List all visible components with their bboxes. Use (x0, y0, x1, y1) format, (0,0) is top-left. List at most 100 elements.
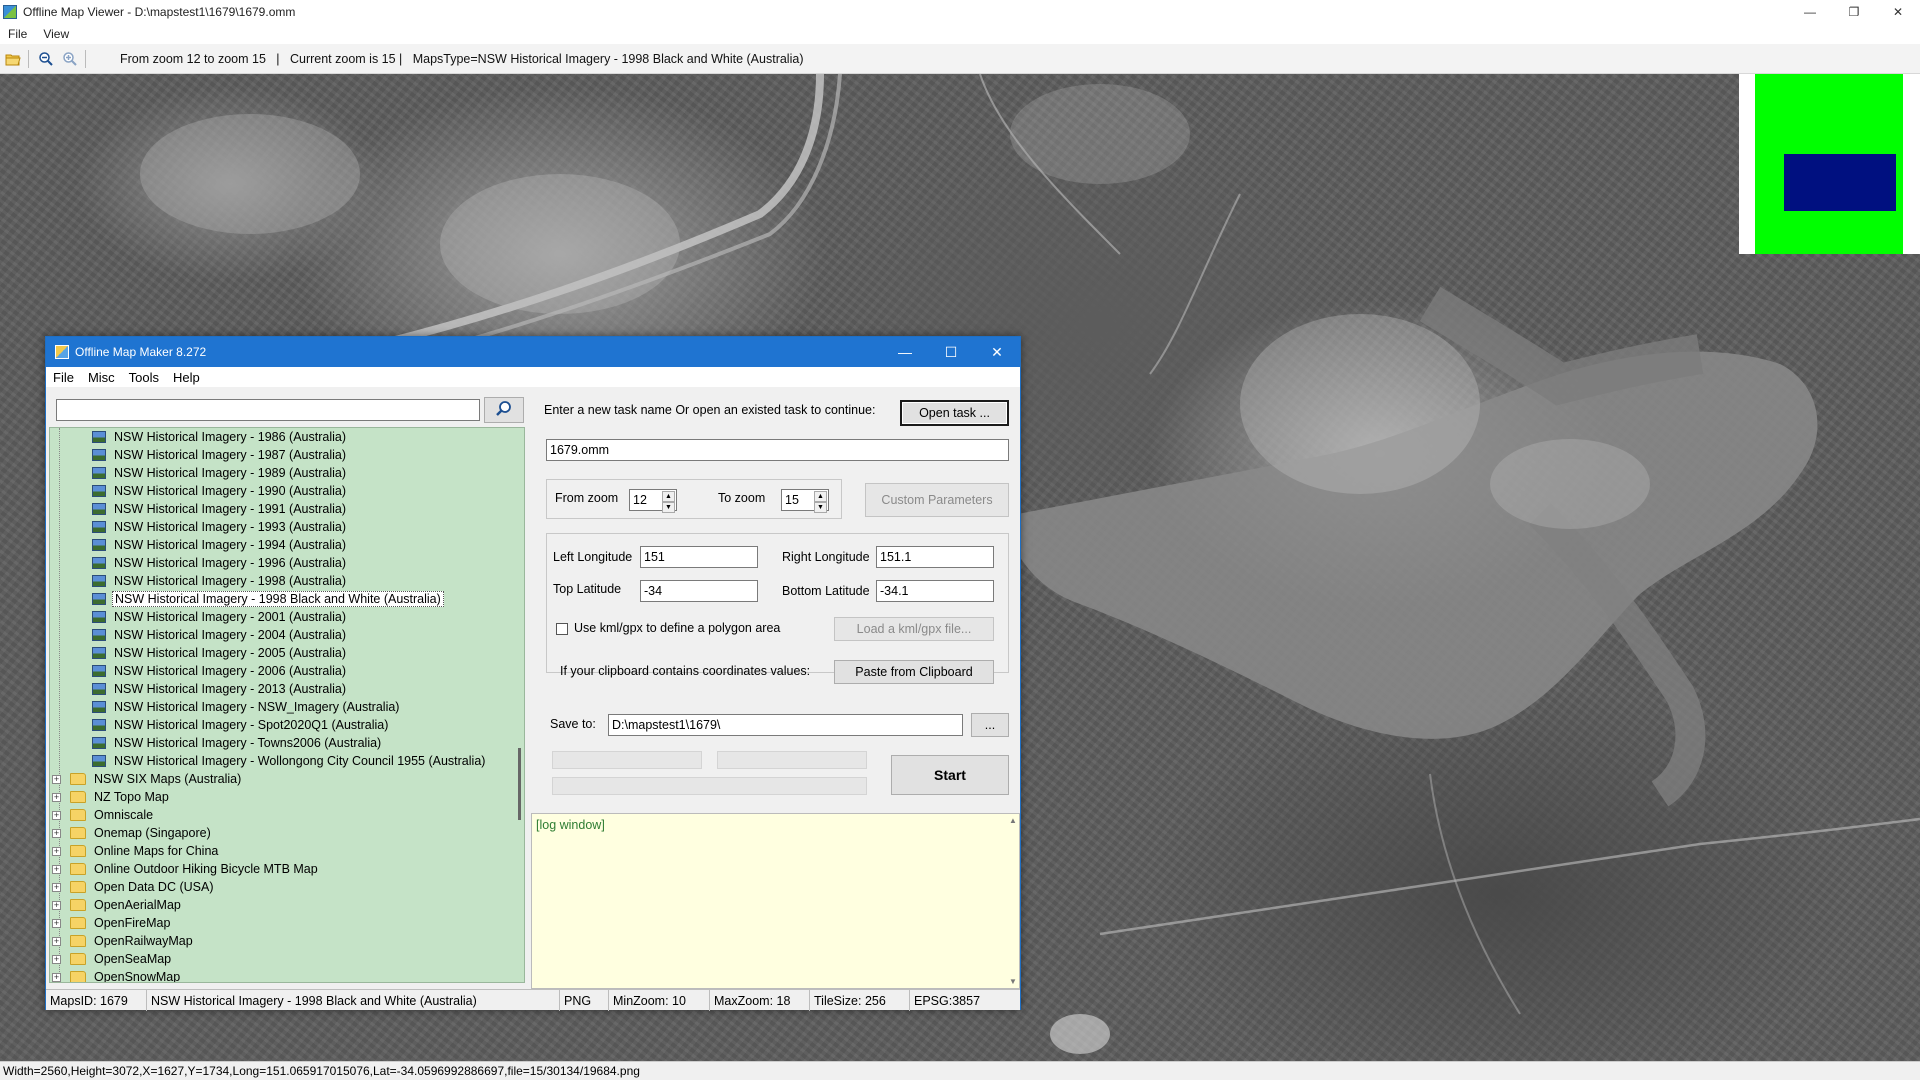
log-window[interactable]: [log window] ▲ ▼ (531, 813, 1020, 989)
bottom-latitude-input[interactable]: -34.1 (876, 580, 994, 602)
log-scrollbar[interactable]: ▲ ▼ (1007, 814, 1019, 988)
zoom-status-text: From zoom 12 to zoom 15 | Current zoom i… (120, 51, 804, 66)
tree-item-map[interactable]: NSW Historical Imagery - 1994 (Australia… (92, 536, 348, 554)
tree-item-map[interactable]: NSW Historical Imagery - 1998 Black and … (92, 590, 444, 608)
tree-item-label: NSW Historical Imagery - Spot2020Q1 (Aus… (114, 718, 389, 732)
tree-item-label: NSW Historical Imagery - 1986 (Australia… (114, 430, 347, 444)
menu-view[interactable]: View (35, 27, 77, 41)
tree-item-map[interactable]: NSW Historical Imagery - 1986 (Australia… (92, 428, 348, 446)
dialog-title: Offline Map Maker 8.272 (75, 345, 207, 359)
from-zoom-stepper[interactable]: 12 ▲ ▼ (629, 489, 677, 513)
zoom-in-icon[interactable] (59, 48, 81, 70)
chevron-up-icon[interactable]: ▲ (662, 491, 675, 502)
map-layer-icon (92, 683, 106, 695)
tree-item-map[interactable]: NSW Historical Imagery - 2005 (Australia… (92, 644, 348, 662)
open-task-button[interactable]: Open task ... (900, 400, 1009, 426)
map-type-tree[interactable]: NSW Historical Imagery - 1986 (Australia… (49, 427, 525, 983)
expand-icon[interactable]: + (52, 918, 61, 928)
tree-folder-label: NSW SIX Maps (Australia) (94, 772, 242, 786)
zoom-out-icon[interactable] (35, 48, 57, 70)
task-name-input[interactable]: 1679.omm (546, 439, 1009, 461)
tree-item-folder[interactable]: + OpenRailwayMap (52, 932, 195, 950)
tree-scrollbar[interactable] (516, 428, 524, 982)
tree-item-folder[interactable]: + Omniscale (52, 806, 155, 824)
close-icon[interactable]: ✕ (1876, 0, 1920, 24)
to-zoom-arrows[interactable]: ▲ ▼ (814, 491, 827, 513)
tree-item-map[interactable]: NSW Historical Imagery - 1987 (Australia… (92, 446, 348, 464)
tree-item-folder[interactable]: + Open Data DC (USA) (52, 878, 215, 896)
map-maker-dialog: Offline Map Maker 8.272 — ☐ ✕ File Misc … (45, 336, 1021, 1011)
minimap[interactable] (1739, 74, 1920, 254)
tree-item-folder[interactable]: + OpenFireMap (52, 914, 172, 932)
expand-icon[interactable]: + (52, 900, 61, 910)
top-latitude-input[interactable]: -34 (640, 580, 758, 602)
chevron-down-icon[interactable]: ▼ (662, 502, 675, 513)
expand-icon[interactable]: + (52, 882, 61, 892)
paste-from-clipboard-button[interactable]: Paste from Clipboard (834, 660, 994, 684)
tree-item-folder[interactable]: + Online Maps for China (52, 842, 220, 860)
tree-item-map[interactable]: NSW Historical Imagery - 1990 (Australia… (92, 482, 348, 500)
tree-item-folder[interactable]: + OpenSeaMap (52, 950, 173, 968)
minimize-icon[interactable]: — (1788, 0, 1832, 24)
tree-item-map[interactable]: NSW Historical Imagery - 1989 (Australia… (92, 464, 348, 482)
expand-icon[interactable]: + (52, 792, 61, 802)
expand-icon[interactable]: + (52, 954, 61, 964)
chevron-up-icon[interactable]: ▲ (1007, 816, 1019, 825)
menu-tools[interactable]: Tools (122, 370, 166, 385)
tree-item-map[interactable]: NSW Historical Imagery - 2013 (Australia… (92, 680, 348, 698)
minimap-viewport[interactable] (1784, 154, 1896, 211)
menu-file[interactable]: File (46, 370, 81, 385)
tree-item-map[interactable]: NSW Historical Imagery - Towns2006 (Aust… (92, 734, 383, 752)
open-folder-icon[interactable] (2, 48, 24, 70)
menu-help[interactable]: Help (166, 370, 207, 385)
menu-misc[interactable]: Misc (81, 370, 122, 385)
tree-item-map[interactable]: NSW Historical Imagery - 2004 (Australia… (92, 626, 348, 644)
tree-item-map[interactable]: NSW Historical Imagery - Wollongong City… (92, 752, 487, 770)
tree-item-folder[interactable]: + Online Outdoor Hiking Bicycle MTB Map (52, 860, 320, 878)
tree-item-map[interactable]: NSW Historical Imagery - 1993 (Australia… (92, 518, 348, 536)
tree-item-map[interactable]: NSW Historical Imagery - 1998 (Australia… (92, 572, 348, 590)
tree-item-map[interactable]: NSW Historical Imagery - 1991 (Australia… (92, 500, 348, 518)
map-search-input[interactable] (56, 399, 480, 421)
expand-icon[interactable]: + (52, 936, 61, 946)
minimize-icon[interactable]: — (882, 337, 928, 367)
kml-polygon-checkbox[interactable] (556, 623, 568, 635)
tree-item-folder[interactable]: + NSW SIX Maps (Australia) (52, 770, 243, 788)
status-min-zoom: MinZoom: 10 (609, 990, 710, 1011)
tree-item-map[interactable]: NSW Historical Imagery - 2006 (Australia… (92, 662, 348, 680)
tree-item-folder[interactable]: + OpenAerialMap (52, 896, 183, 914)
tree-item-map[interactable]: NSW Historical Imagery - NSW_Imagery (Au… (92, 698, 401, 716)
expand-icon[interactable]: + (52, 846, 61, 856)
expand-icon[interactable]: + (52, 864, 61, 874)
expand-icon[interactable]: + (52, 828, 61, 838)
chevron-up-icon[interactable]: ▲ (814, 491, 827, 502)
custom-parameters-button[interactable]: Custom Parameters (865, 483, 1009, 517)
expand-icon[interactable]: + (52, 972, 61, 982)
browse-button[interactable]: ... (971, 713, 1009, 737)
from-zoom-arrows[interactable]: ▲ ▼ (662, 491, 675, 513)
to-zoom-stepper[interactable]: 15 ▲ ▼ (781, 489, 829, 513)
tree-item-folder[interactable]: + OpenSnowMap (52, 968, 182, 982)
map-layer-icon (92, 719, 106, 731)
right-longitude-input[interactable]: 151.1 (876, 546, 994, 568)
left-longitude-input[interactable]: 151 (640, 546, 758, 568)
expand-icon[interactable]: + (52, 774, 61, 784)
tree-item-map[interactable]: NSW Historical Imagery - 1996 (Australia… (92, 554, 348, 572)
menu-file[interactable]: File (0, 27, 35, 41)
tree-item-folder[interactable]: + Onemap (Singapore) (52, 824, 213, 842)
chevron-down-icon[interactable]: ▼ (814, 502, 827, 513)
tree-item-folder[interactable]: + NZ Topo Map (52, 788, 171, 806)
expand-icon[interactable]: + (52, 810, 61, 820)
save-to-label: Save to: (550, 717, 596, 731)
search-button[interactable] (484, 397, 524, 423)
tree-item-map[interactable]: NSW Historical Imagery - 2001 (Australia… (92, 608, 348, 626)
load-kml-button[interactable]: Load a kml/gpx file... (834, 617, 994, 641)
save-to-input[interactable]: D:\mapstest1\1679\ (608, 714, 963, 736)
chevron-down-icon[interactable]: ▼ (1007, 977, 1019, 986)
maximize-icon[interactable]: ☐ (928, 337, 974, 367)
close-icon[interactable]: ✕ (974, 337, 1020, 367)
restore-icon[interactable]: ❐ (1832, 0, 1876, 24)
tree-item-map[interactable]: NSW Historical Imagery - Spot2020Q1 (Aus… (92, 716, 390, 734)
tree-scroll-thumb[interactable] (518, 748, 521, 820)
start-button[interactable]: Start (891, 755, 1009, 795)
